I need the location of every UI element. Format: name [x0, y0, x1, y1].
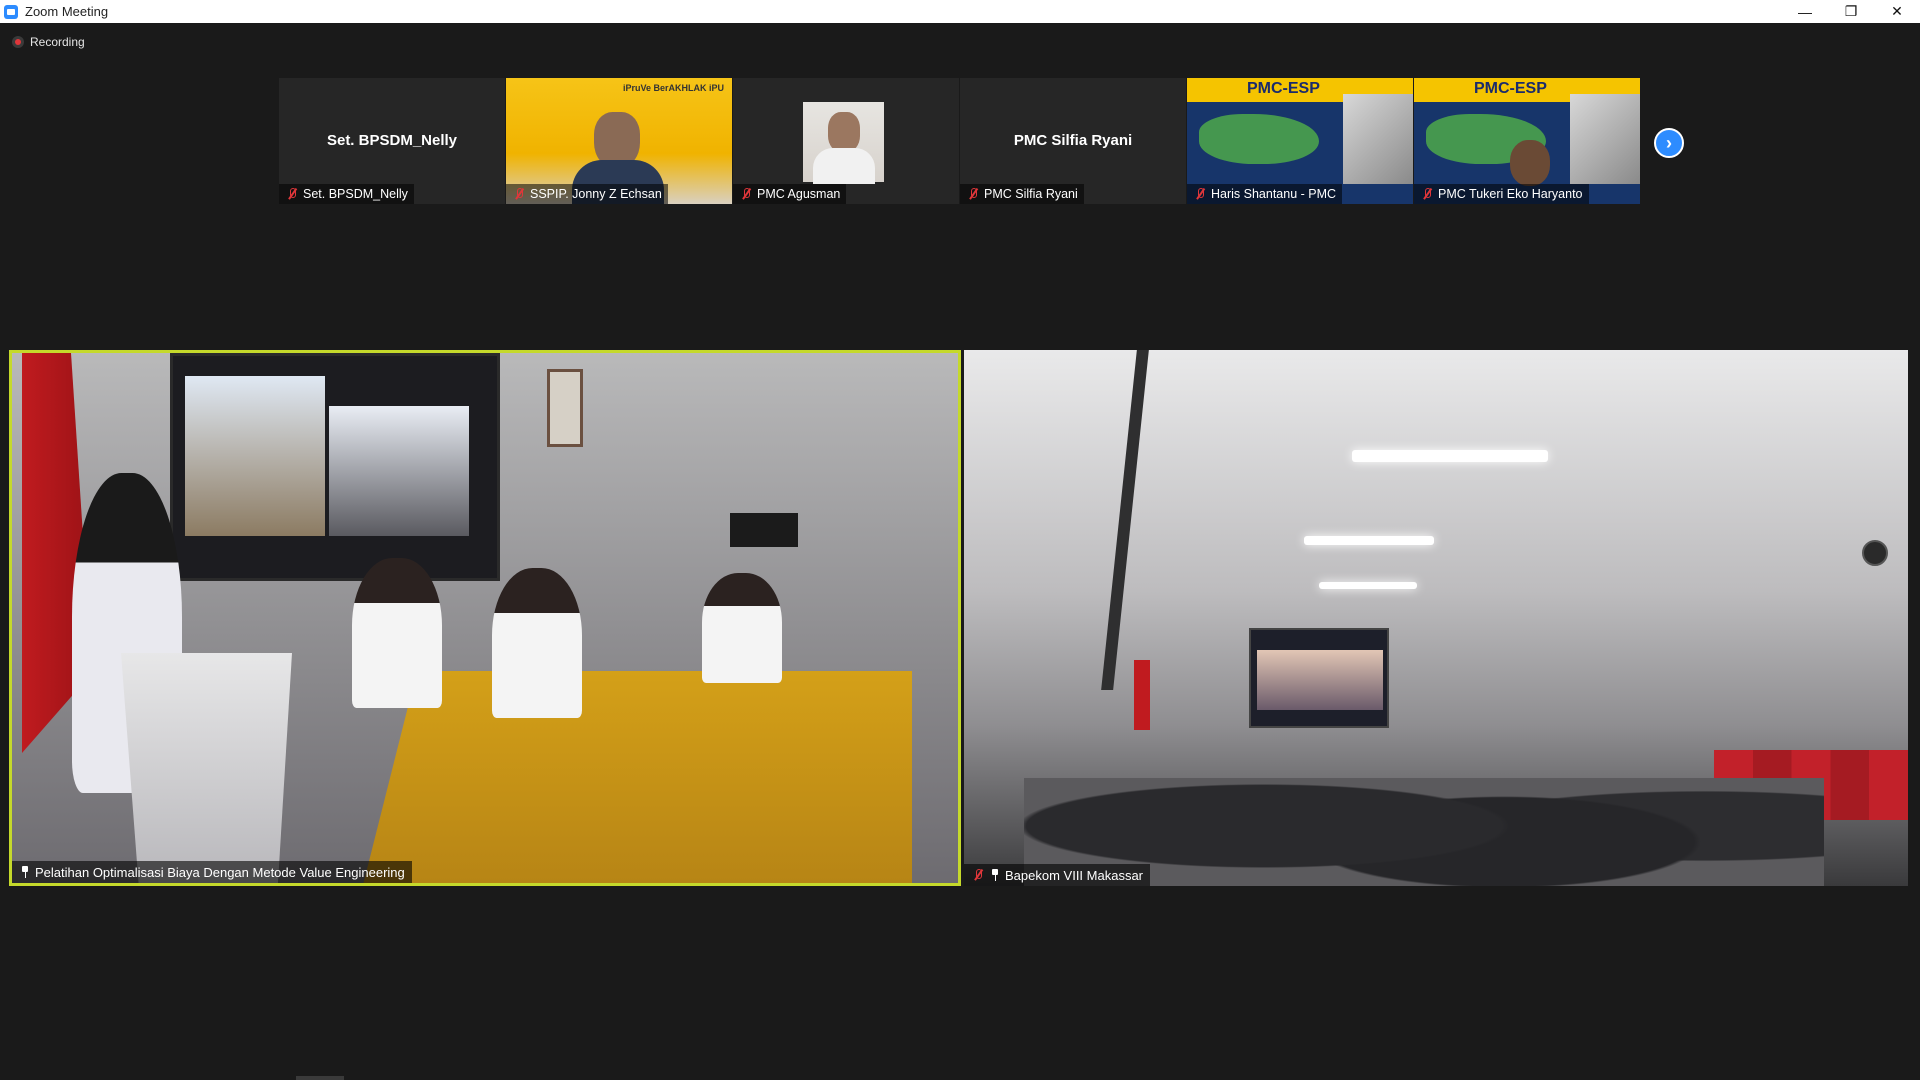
muted-mic-icon: [512, 187, 526, 201]
participant-video: Bapekom VIII Makassar: [964, 350, 1908, 886]
participant-name-bar: PMC Agusman: [733, 184, 847, 204]
minimize-button[interactable]: —: [1782, 0, 1828, 23]
title-bar: Zoom Meeting — ❐ ✕: [0, 0, 1920, 23]
participant-tile[interactable]: iPruVe BerAKHLAK iPU SSPIP. Jonny Z Echs…: [506, 78, 732, 204]
ceiling-light: [1352, 450, 1548, 462]
participant-video: [1510, 140, 1550, 186]
muted-mic-icon: [971, 868, 985, 882]
pin-icon: [19, 865, 31, 879]
recording-indicator[interactable]: Recording: [12, 35, 85, 49]
participant-name-bar: PMC Silfia Ryani: [960, 184, 1084, 204]
wall-speaker: [730, 513, 798, 547]
seated-person: [702, 573, 782, 683]
window-title: Zoom Meeting: [25, 4, 109, 19]
participant-tile[interactable]: PMC Silfia Ryani PMC Silfia Ryani: [960, 78, 1186, 204]
participant-name-bar: Set. BPSDM_Nelly: [279, 184, 414, 204]
banner-building-photo: [1570, 94, 1640, 184]
participant-name: Haris Shantanu - PMC: [1211, 187, 1337, 201]
video-name-bar: Bapekom VIII Makassar: [964, 864, 1150, 886]
zoom-app-icon: [4, 4, 18, 19]
video-name-bar: Pelatihan Optimalisasi Biaya Dengan Meto…: [12, 861, 412, 883]
podium: [121, 653, 292, 883]
flag: [1134, 660, 1150, 730]
gallery-strip: Set. BPSDM_Nelly Set. BPSDM_Nelly iPruVe…: [279, 78, 1641, 204]
muted-mic-icon: [1420, 187, 1434, 201]
participant-name: Set. BPSDM_Nelly: [303, 187, 408, 201]
room-projector-screen: [1249, 628, 1389, 728]
video-participant-name: Bapekom VIII Makassar: [1005, 867, 1143, 883]
participant-tile[interactable]: PMC-ESP PMC Tukeri Eko Haryanto: [1414, 78, 1640, 204]
participant-name-bar: PMC Tukeri Eko Haryanto: [1414, 184, 1589, 204]
main-video-right[interactable]: Bapekom VIII Makassar: [964, 350, 1908, 886]
pin-icon: [989, 868, 1001, 882]
muted-mic-icon: [1193, 187, 1207, 201]
room-projector-screen: [170, 353, 500, 581]
muted-mic-icon: [285, 187, 299, 201]
participant-display-name: Set. BPSDM_Nelly: [326, 132, 458, 149]
video-participant-name: Pelatihan Optimalisasi Biaya Dengan Meto…: [35, 864, 405, 880]
wall-portrait: [547, 369, 583, 447]
banner-building-photo: [1343, 94, 1413, 184]
close-button[interactable]: ✕: [1874, 0, 1920, 23]
participant-name: PMC Tukeri Eko Haryanto: [1438, 187, 1583, 201]
wall-clock: [1862, 540, 1888, 566]
participant-name: SSPIP. Jonny Z Echsan: [530, 187, 662, 201]
window-controls: — ❐ ✕: [1782, 0, 1920, 23]
participant-tile[interactable]: PMC-ESP Haris Shantanu - PMC: [1187, 78, 1413, 204]
participant-display-name: PMC Silfia Ryani: [1013, 132, 1133, 149]
participant-tile[interactable]: PMC Agusman: [733, 78, 959, 204]
participant-tile[interactable]: Set. BPSDM_Nelly Set. BPSDM_Nelly: [279, 78, 505, 204]
restore-button[interactable]: ❐: [1828, 0, 1874, 23]
next-page-button[interactable]: ›: [1654, 128, 1684, 158]
toolbar-handle[interactable]: [296, 1076, 344, 1080]
seated-person: [492, 568, 582, 718]
participant-profile-photo: [803, 102, 884, 184]
indonesia-map: [1199, 114, 1319, 164]
participant-name: PMC Agusman: [757, 187, 841, 201]
participant-name-bar: Haris Shantanu - PMC: [1187, 184, 1343, 204]
participant-name-bar: SSPIP. Jonny Z Echsan: [506, 184, 668, 204]
muted-mic-icon: [966, 187, 980, 201]
main-video-left[interactable]: Pelatihan Optimalisasi Biaya Dengan Meto…: [9, 350, 961, 886]
background-brand-text: iPruVe BerAKHLAK iPU: [622, 83, 724, 93]
audience: [1024, 730, 1824, 886]
recording-label: Recording: [30, 35, 85, 49]
participant-name: PMC Silfia Ryani: [984, 187, 1078, 201]
participant-video: Pelatihan Optimalisasi Biaya Dengan Meto…: [12, 353, 958, 883]
meeting-table: [362, 671, 912, 883]
chevron-right-icon: ›: [1666, 132, 1672, 153]
recording-icon: [12, 36, 24, 48]
ceiling-light: [1304, 536, 1434, 545]
muted-mic-icon: [739, 187, 753, 201]
ceiling-light: [1319, 582, 1417, 589]
seated-person: [352, 558, 442, 708]
ceiling-beam: [1101, 350, 1149, 690]
